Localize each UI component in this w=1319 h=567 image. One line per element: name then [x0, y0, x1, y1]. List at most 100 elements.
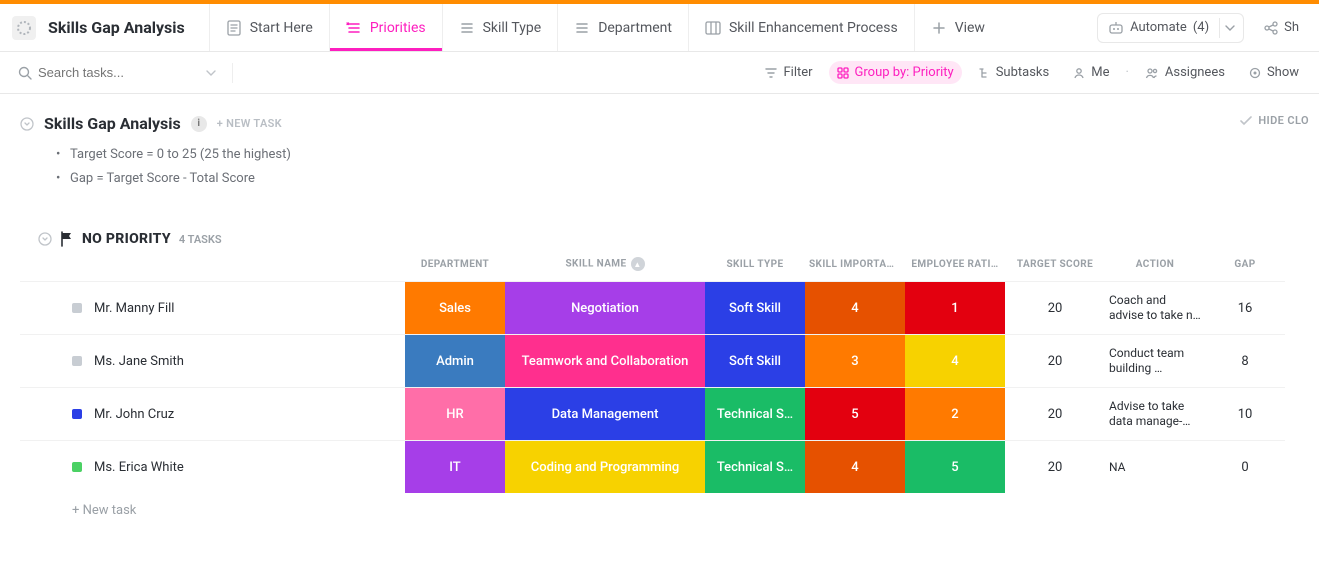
share-button[interactable]: Sh: [1256, 20, 1307, 35]
priority-square[interactable]: [72, 462, 82, 472]
toolbar: Filter Group by: Priority Subtasks Me · …: [0, 52, 1319, 94]
col-header-name[interactable]: [20, 253, 405, 281]
cell-gap[interactable]: 0: [1205, 440, 1285, 493]
task-name-cell[interactable]: Mr. John Cruz: [20, 387, 405, 440]
cell-gap[interactable]: 8: [1205, 334, 1285, 387]
group-count: 4 TASKS: [179, 233, 222, 246]
cell-action[interactable]: Conduct team building …: [1105, 334, 1205, 387]
cell-skill-name[interactable]: Coding and Programming: [505, 440, 705, 493]
group-collapse-toggle[interactable]: [38, 232, 52, 246]
tab-priorities[interactable]: Priorities: [329, 4, 442, 51]
cell-employee-rating[interactable]: 2: [905, 387, 1005, 440]
priorities-icon: [346, 20, 362, 36]
tab-department[interactable]: Department: [557, 4, 688, 51]
cell-employee-rating[interactable]: 1: [905, 281, 1005, 334]
cell-target-score[interactable]: 20: [1005, 281, 1105, 334]
col-header-gap[interactable]: GAP: [1205, 253, 1285, 281]
filter-button[interactable]: Filter: [757, 61, 820, 84]
col-header-skill-importance[interactable]: SKILL IMPORTAN…: [805, 253, 905, 281]
search-box[interactable]: [12, 61, 222, 84]
cell-department[interactable]: IT: [405, 440, 505, 493]
cell-skill-name[interactable]: Data Management: [505, 387, 705, 440]
collapse-toggle[interactable]: [20, 117, 34, 131]
cell-department[interactable]: Admin: [405, 334, 505, 387]
cell-skill-type[interactable]: Soft Skill: [705, 334, 805, 387]
priority-square[interactable]: [72, 303, 82, 313]
cell-skill-importance[interactable]: 4: [805, 281, 905, 334]
settings-icon: [1249, 67, 1261, 79]
new-task-button[interactable]: + NEW TASK: [217, 117, 282, 130]
hide-closed-toggle[interactable]: HIDE CLO: [1240, 114, 1309, 127]
show-button[interactable]: Show: [1241, 61, 1307, 84]
list-title: Skills Gap Analysis: [44, 114, 181, 133]
cell-skill-type[interactable]: Technical S…: [705, 387, 805, 440]
cell-skill-name[interactable]: Negotiation: [505, 281, 705, 334]
cell-skill-name[interactable]: Teamwork and Collaboration: [505, 334, 705, 387]
list-icon: [459, 20, 475, 36]
group-by-button[interactable]: Group by: Priority: [829, 61, 962, 84]
col-header-target-score[interactable]: TARGET SCORE: [1005, 253, 1105, 281]
board-icon: [705, 20, 721, 36]
task-name-cell[interactable]: Mr. Manny Fill: [20, 281, 405, 334]
cell-skill-importance[interactable]: 4: [805, 440, 905, 493]
col-header-skill-type[interactable]: SKILL TYPE: [705, 253, 805, 281]
cell-action[interactable]: Advise to take data manage-…: [1105, 387, 1205, 440]
tasks-table: DEPARTMENT SKILL NAME▲ SKILL TYPE SKILL …: [20, 253, 1285, 528]
dot-separator: ·: [1125, 65, 1128, 80]
me-button[interactable]: Me: [1065, 61, 1117, 84]
cell-skill-importance[interactable]: 3: [805, 334, 905, 387]
tab-start-here[interactable]: Start Here: [209, 4, 329, 51]
tab-label: Start Here: [250, 20, 313, 36]
col-header-employee-rating[interactable]: EMPLOYEE RATI…: [905, 253, 1005, 281]
chevron-down-icon[interactable]: [206, 70, 216, 76]
cell-employee-rating[interactable]: 5: [905, 440, 1005, 493]
priority-square[interactable]: [72, 409, 82, 419]
automate-button[interactable]: Automate (4): [1097, 13, 1244, 43]
subtasks-button[interactable]: Subtasks: [970, 61, 1058, 84]
automate-label: Automate: [1130, 20, 1187, 35]
workspace-logo[interactable]: [12, 16, 36, 40]
cell-target-score[interactable]: 20: [1005, 387, 1105, 440]
cell-action[interactable]: Coach and advise to take n…: [1105, 281, 1205, 334]
priority-square[interactable]: [72, 356, 82, 366]
separator: [232, 63, 233, 83]
task-name-cell[interactable]: Ms. Erica White: [20, 440, 405, 493]
group-header: NO PRIORITY 4 TASKS: [20, 221, 1309, 253]
col-header-action[interactable]: ACTION: [1105, 253, 1205, 281]
cell-department[interactable]: HR: [405, 387, 505, 440]
table-row[interactable]: Mr. John Cruz HRData ManagementTechnical…: [20, 387, 1285, 440]
cell-gap[interactable]: 10: [1205, 387, 1285, 440]
cell-skill-importance[interactable]: 5: [805, 387, 905, 440]
add-view-label: View: [955, 20, 985, 36]
new-task-row[interactable]: + New task: [20, 493, 1285, 528]
new-task-label[interactable]: + New task: [20, 493, 1285, 528]
table-row[interactable]: Ms. Erica White ITCoding and Programming…: [20, 440, 1285, 493]
table-row[interactable]: Ms. Jane Smith AdminTeamwork and Collabo…: [20, 334, 1285, 387]
share-label: Sh: [1284, 20, 1299, 35]
tab-skill-type[interactable]: Skill Type: [442, 4, 558, 51]
col-header-skill-name[interactable]: SKILL NAME▲: [505, 253, 705, 281]
task-name: Ms. Erica White: [94, 460, 184, 475]
cell-target-score[interactable]: 20: [1005, 440, 1105, 493]
top-nav: Skills Gap Analysis Start Here Prioritie…: [0, 4, 1319, 52]
cell-employee-rating[interactable]: 4: [905, 334, 1005, 387]
assignees-button[interactable]: Assignees: [1137, 61, 1233, 84]
cell-department[interactable]: Sales: [405, 281, 505, 334]
automate-count: (4): [1193, 20, 1209, 35]
table-row[interactable]: Mr. Manny Fill SalesNegotiationSoft Skil…: [20, 281, 1285, 334]
cell-action[interactable]: NA: [1105, 440, 1205, 493]
search-input[interactable]: [38, 65, 178, 80]
cell-skill-type[interactable]: Technical S…: [705, 440, 805, 493]
cell-gap[interactable]: 16: [1205, 281, 1285, 334]
info-icon[interactable]: i: [191, 116, 207, 132]
cell-skill-type[interactable]: Soft Skill: [705, 281, 805, 334]
task-name-cell[interactable]: Ms. Jane Smith: [20, 334, 405, 387]
list-description: Target Score = 0 to 25 (25 the highest) …: [56, 143, 1240, 191]
cell-target-score[interactable]: 20: [1005, 334, 1105, 387]
tab-skill-enhancement[interactable]: Skill Enhancement Process: [688, 4, 914, 51]
chevron-down-icon[interactable]: [1219, 18, 1239, 38]
col-header-department[interactable]: DEPARTMENT: [405, 253, 505, 281]
people-icon: [1145, 67, 1159, 79]
add-view-button[interactable]: View: [914, 4, 1001, 51]
task-name: Mr. John Cruz: [94, 407, 174, 422]
